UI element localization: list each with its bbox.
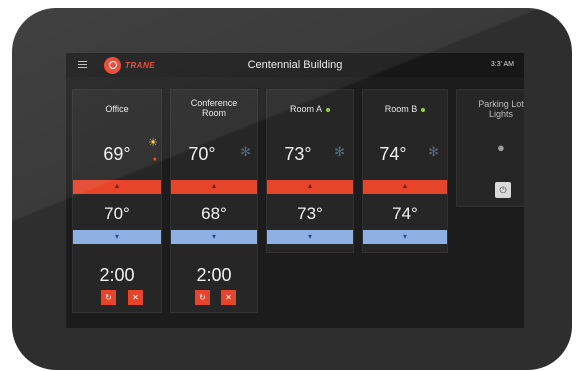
override-timer: 2:00 xyxy=(196,265,232,285)
chevron-up-icon: ▲ xyxy=(306,183,314,190)
increase-setpoint-button[interactable]: ▲ xyxy=(73,180,161,194)
clock: 3:3' AM xyxy=(490,61,514,68)
cancel-override-button[interactable]: ✕ xyxy=(221,290,236,305)
snowflake-icon: ✻ xyxy=(334,144,345,159)
status-dot-icon xyxy=(326,107,330,112)
decrease-setpoint-button[interactable]: ▾ xyxy=(267,230,353,244)
cancel-override-button[interactable]: ✕ xyxy=(128,290,143,305)
power-button[interactable]: ⏻ xyxy=(495,182,511,198)
top-bar: TRANE Centennial Building 3:3' AM xyxy=(66,53,524,77)
zone-name-row: Room B xyxy=(363,104,447,114)
override-timer: 2:00 xyxy=(99,265,135,285)
extend-timer-button[interactable]: ↻ xyxy=(101,290,116,305)
close-icon: ✕ xyxy=(132,293,139,302)
snowflake-icon: ✻ xyxy=(240,144,251,159)
chevron-up-icon: ▲ xyxy=(401,183,409,190)
chevron-down-icon: ▾ xyxy=(211,232,216,241)
zone-name: Room B xyxy=(384,104,418,114)
chevron-down-icon: ▾ xyxy=(114,232,119,241)
refresh-icon: ↻ xyxy=(199,293,206,302)
zone-name: Office xyxy=(105,104,129,114)
zone-card-office: Office 69° ☀ ● ▲ 70° ▾ 2:00 ↻ ✕ xyxy=(72,89,162,313)
increase-setpoint-button[interactable]: ▲ xyxy=(267,180,353,194)
setpoint-temperature: 68° xyxy=(201,204,227,223)
chevron-down-icon: ▾ xyxy=(307,232,312,241)
chevron-up-icon: ▲ xyxy=(210,183,218,190)
flame-icon: ● xyxy=(152,156,157,163)
setpoint-temperature: 74° xyxy=(392,204,418,223)
snowflake-icon: ✻ xyxy=(428,144,439,159)
increase-setpoint-button[interactable]: ▲ xyxy=(363,180,447,194)
increase-setpoint-button[interactable]: ▲ xyxy=(171,180,257,194)
decrease-setpoint-button[interactable]: ▾ xyxy=(171,230,257,244)
extend-timer-button[interactable]: ↻ xyxy=(195,290,210,305)
building-title: Centennial Building xyxy=(247,59,343,71)
zone-name: Room A xyxy=(289,104,322,114)
chevron-down-icon: ▾ xyxy=(402,232,407,241)
screen: TRANE Centennial Building 3:3' AM Office… xyxy=(66,53,524,328)
chevron-up-icon: ▲ xyxy=(113,183,121,190)
status-dot-icon xyxy=(421,107,426,112)
current-temperature: 74° xyxy=(379,144,407,164)
zone-name-row: Room A xyxy=(267,104,353,114)
setpoint-temperature: 70° xyxy=(104,204,130,223)
power-icon: ⏻ xyxy=(499,185,507,195)
current-temperature: 73° xyxy=(284,144,312,164)
decrease-setpoint-button[interactable]: ▾ xyxy=(73,230,161,244)
bulb-icon: ☀ xyxy=(148,137,158,149)
close-icon: ✕ xyxy=(225,293,232,302)
setpoint-temperature: 73° xyxy=(297,204,323,223)
current-temperature: 70° xyxy=(188,144,216,164)
parking-lot-lights-card: Parking Lot Lights ● ⏻ xyxy=(456,89,524,207)
zone-card-conference-room: Conference Room 70° ✻ ▲ 68° ▾ 2:00 ↻ ✕ xyxy=(170,89,258,313)
decrease-setpoint-button[interactable]: ▾ xyxy=(363,230,447,244)
zone-name: Conference Room xyxy=(190,98,238,118)
refresh-icon: ↻ xyxy=(105,293,112,302)
bulb-icon: ● xyxy=(497,140,505,155)
zone-name: Parking Lot Lights xyxy=(478,99,524,119)
zone-card-room-a: Room A 73° ✻ ▲ 73° ▾ xyxy=(266,89,354,253)
zone-card-room-b: Room B 74° ✻ ▲ 74° ▾ xyxy=(362,89,448,253)
